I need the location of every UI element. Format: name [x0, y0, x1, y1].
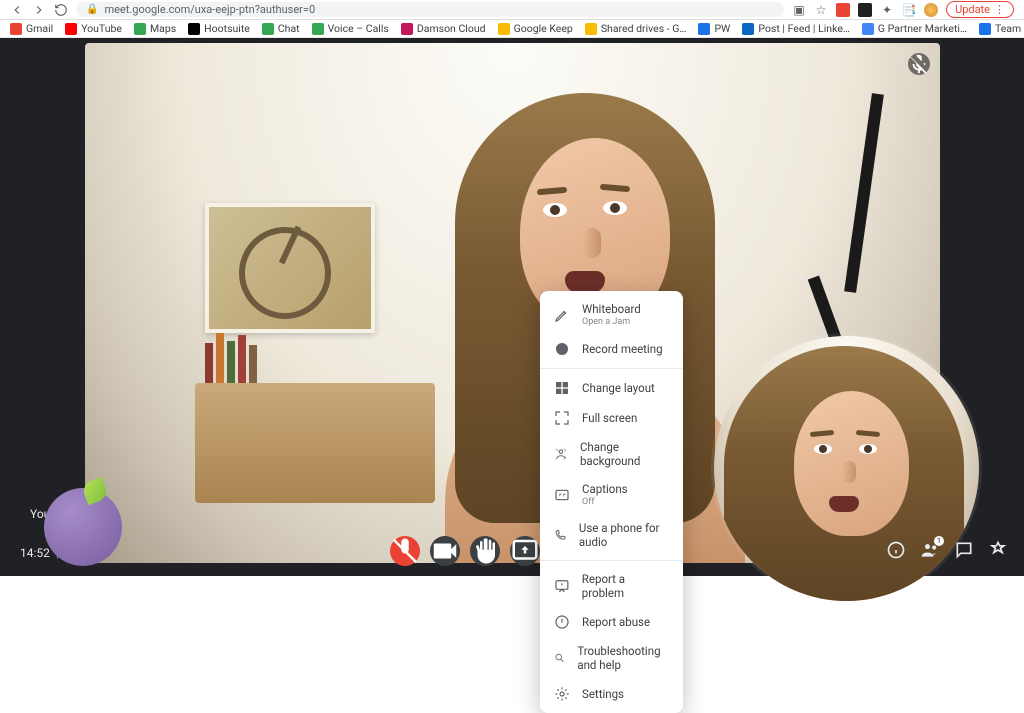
bookmark-item[interactable]: Maps [134, 22, 176, 35]
url-text: meet.google.com/uxa-eejp-ptn?authuser=0 [104, 3, 315, 16]
bookmark-item[interactable]: Chat [262, 22, 300, 35]
bookmark-bar: Gmail YouTube Maps Hootsuite Chat Voice … [0, 20, 1024, 38]
activities-button[interactable] [988, 540, 1008, 560]
participant-count: 1 [934, 536, 944, 546]
menu-settings[interactable]: Settings [540, 679, 683, 709]
captions-icon [554, 487, 570, 503]
browser-toolbar: 🔒 meet.google.com/uxa-eejp-ptn?authuser=… [0, 0, 1024, 20]
extensions-icon[interactable]: ✦ [880, 3, 894, 17]
info-button[interactable] [886, 540, 906, 560]
camera-button[interactable] [430, 536, 460, 566]
back-icon[interactable] [10, 3, 24, 17]
record-icon [554, 341, 570, 357]
mic-button[interactable] [390, 536, 420, 566]
menu-phone-audio[interactable]: Use a phone for audio [540, 514, 683, 556]
search-icon [554, 650, 565, 666]
cast-icon[interactable]: ▣ [792, 3, 806, 17]
layout-icon [554, 380, 570, 396]
pencil-icon [554, 307, 570, 323]
chat-button[interactable] [954, 540, 974, 560]
reading-list-icon[interactable]: 📑 [902, 3, 916, 17]
menu-whiteboard[interactable]: WhiteboardOpen a Jam [540, 295, 683, 334]
lock-icon: 🔒 [86, 4, 98, 15]
menu-report-abuse[interactable]: Report abuse [540, 607, 683, 637]
overlay-avatar-circle [44, 488, 122, 566]
bookmark-item[interactable]: YouTube [65, 22, 122, 35]
more-options-menu: WhiteboardOpen a Jam Record meeting Chan… [540, 291, 683, 713]
menu-record[interactable]: Record meeting [540, 334, 683, 364]
info-icon [554, 614, 570, 630]
bookmark-item[interactable]: Hootsuite [188, 22, 250, 35]
bookmark-item[interactable]: Damson Cloud [401, 22, 486, 35]
reload-icon[interactable] [54, 3, 68, 17]
menu-captions[interactable]: CaptionsOff [540, 475, 683, 514]
forward-icon[interactable] [32, 3, 46, 17]
avatar[interactable] [924, 3, 938, 17]
people-button[interactable]: 1 [920, 540, 940, 560]
bookmark-item[interactable]: Voice – Calls [312, 22, 389, 35]
present-button[interactable] [510, 536, 540, 566]
address-bar[interactable]: 🔒 meet.google.com/uxa-eejp-ptn?authuser=… [76, 2, 784, 17]
meet-stage: WhiteboardOpen a Jam Record meeting Chan… [0, 38, 1024, 576]
background-icon [554, 446, 568, 462]
extension-icon[interactable] [858, 3, 872, 17]
menu-troubleshoot[interactable]: Troubleshooting and help [540, 637, 683, 679]
muted-icon [908, 53, 930, 75]
menu-change-background[interactable]: Change background [540, 433, 683, 475]
bookmark-item[interactable]: PW [698, 22, 730, 35]
bookmark-item[interactable]: Gmail [10, 22, 53, 35]
star-icon[interactable]: ☆ [814, 3, 828, 17]
phone-icon [554, 527, 567, 543]
update-button[interactable]: Update⋮ [946, 1, 1014, 18]
bookmark-item[interactable]: Team Meeting [979, 22, 1024, 35]
bottom-bar: 14:52|p 1 [0, 524, 1024, 576]
menu-report-problem[interactable]: Report a problem [540, 565, 683, 607]
extension-icon[interactable] [836, 3, 850, 17]
bookmark-item[interactable]: Google Keep [498, 22, 573, 35]
gear-icon [554, 686, 570, 702]
bookmark-item[interactable]: Shared drives - G… [585, 22, 687, 35]
fullscreen-icon [554, 410, 570, 426]
raise-hand-button[interactable] [470, 536, 500, 566]
menu-fullscreen[interactable]: Full screen [540, 403, 683, 433]
menu-change-layout[interactable]: Change layout [540, 373, 683, 403]
bookmark-item[interactable]: G Partner Marketi… [862, 22, 967, 35]
feedback-icon [554, 578, 570, 594]
bookmark-item[interactable]: Post | Feed | Linke… [742, 22, 850, 35]
